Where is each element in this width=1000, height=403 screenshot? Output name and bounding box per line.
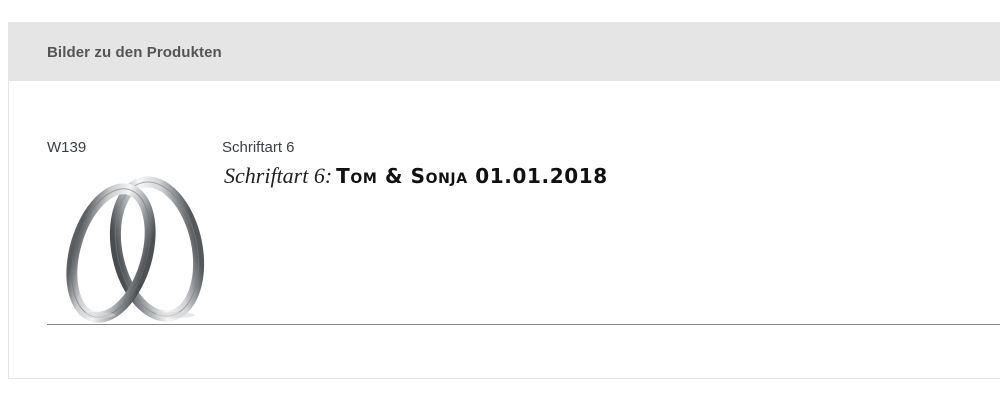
engraving-font-prefix: Schriftart 6: <box>224 163 333 188</box>
divider <box>47 324 1000 325</box>
wedding-rings-image <box>47 163 225 323</box>
engraving-preview: Schriftart 6: Tom & Sonja 01.01.2018 <box>224 163 608 189</box>
panel-title: Bilder zu den Produkten <box>47 43 222 61</box>
panel-header: Bilder zu den Produkten <box>9 23 1000 81</box>
product-sku: W139 <box>47 139 87 156</box>
font-label: Schriftart 6 <box>222 139 295 156</box>
product-images-panel: Bilder zu den Produkten W139 Schriftart … <box>8 22 1000 379</box>
engraving-text: Tom & Sonja 01.01.2018 <box>336 164 608 188</box>
